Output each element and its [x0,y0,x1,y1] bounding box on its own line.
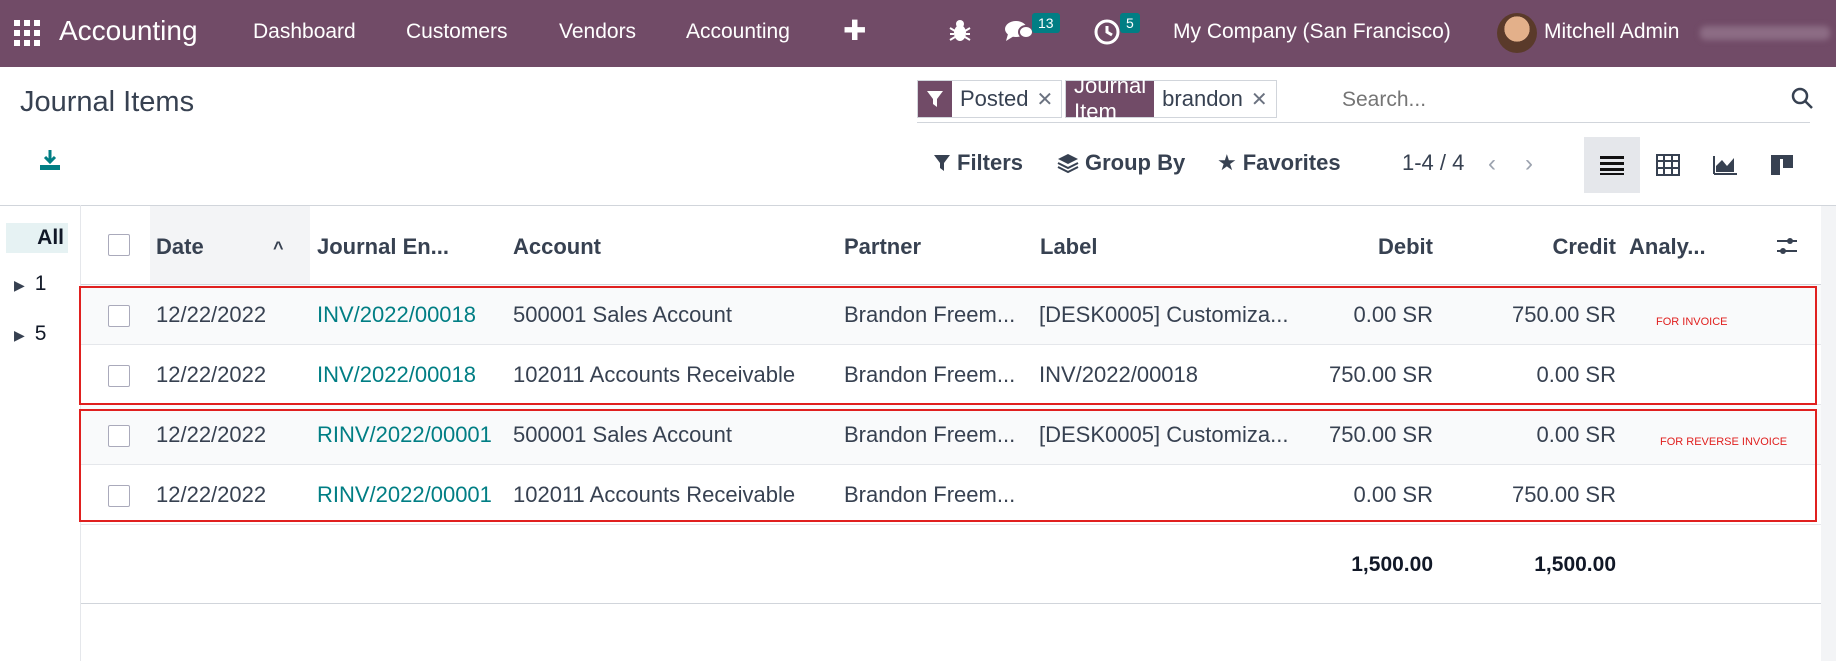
vertical-scrollbar[interactable] [1821,206,1836,661]
user-avatar[interactable] [1497,13,1537,53]
app-name[interactable]: Accounting [59,15,198,47]
filter-icon [934,155,950,171]
messages-count-badge: 13 [1032,13,1060,33]
highlight-box-reverse-invoice [79,409,1817,522]
table-header: Date ^ Journal En... Account Partner Lab… [81,206,1821,285]
group-by-button[interactable]: Group By [1057,150,1185,176]
col-partner[interactable]: Partner [844,234,921,260]
facet-posted[interactable]: Posted ✕ [917,80,1063,118]
total-credit: 1,500.00 [1534,553,1616,576]
remove-facet-icon[interactable]: ✕ [1037,87,1062,112]
totals-row: 1,500.00 1,500.00 [81,535,1821,604]
kanban-view-button[interactable] [1754,137,1810,193]
blurred-db-name [1700,26,1830,40]
caret-right-icon[interactable]: ▶ [14,327,25,343]
page-title[interactable]: Journal Items [20,86,194,119]
search-panel-item[interactable]: ▶ 5 [14,322,46,346]
pager-previous-icon[interactable]: ‹ [1488,150,1496,178]
col-account[interactable]: Account [513,234,601,260]
search-underline [917,122,1810,123]
layers-icon [1057,154,1079,174]
caret-right-icon[interactable]: ▶ [14,277,25,293]
menu-customers[interactable]: Customers [406,20,508,44]
menu-dashboard[interactable]: Dashboard [253,20,356,44]
facet-journal-item[interactable]: Journal Item brandon ✕ [1065,73,1277,124]
facet-value: Posted [960,86,1029,111]
remove-facet-icon[interactable]: ✕ [1251,87,1276,112]
search-panel-item[interactable]: ▶ 1 [14,272,46,296]
col-analytic[interactable]: Analy... [1629,234,1706,260]
annotation-invoice: FOR INVOICE [1656,316,1728,328]
user-menu[interactable]: Mitchell Admin [1544,20,1679,44]
list-view-button[interactable] [1584,137,1640,193]
pivot-view-button[interactable] [1640,137,1696,193]
activities-count-badge: 5 [1120,13,1140,33]
area-chart-icon [1713,156,1737,175]
graph-view-button[interactable] [1697,137,1753,193]
col-label[interactable]: Label [1040,234,1097,260]
download-icon[interactable] [38,148,62,172]
group-by-label: Group By [1085,150,1186,175]
debug-bug-icon[interactable] [948,18,972,49]
pivot-table-icon [1656,154,1680,176]
sort-ascending-icon[interactable]: ^ [273,238,284,259]
col-debit[interactable]: Debit [1321,234,1433,260]
activities-clock-icon[interactable] [1093,18,1121,51]
annotation-reverse-invoice: FOR REVERSE INVOICE [1660,436,1788,448]
total-debit: 1,500.00 [1351,553,1433,576]
app-menu-icon[interactable] [14,20,40,46]
facet-label: Journal Item [1066,73,1155,124]
col-credit[interactable]: Credit [1481,234,1616,260]
col-date[interactable]: Date [156,234,204,260]
list-view-icon [1600,156,1624,175]
favorites-label: Favorites [1242,150,1341,175]
company-switcher[interactable]: My Company (San Francisco) [1173,20,1451,44]
highlight-box-invoice [79,286,1817,405]
filters-label: Filters [957,150,1024,175]
facet-value: brandon [1162,86,1243,111]
top-navbar: Accounting Dashboard Customers Vendors A… [0,0,1836,67]
messages-icon[interactable] [1004,18,1034,49]
pager-value[interactable]: 1-4 / 4 [1402,150,1464,176]
star-icon: ★ [1217,150,1237,175]
favorites-button[interactable]: ★ Favorites [1217,150,1341,176]
column-settings-icon[interactable] [1775,236,1799,262]
menu-vendors[interactable]: Vendors [559,20,636,44]
search-input[interactable] [1340,82,1784,118]
search-panel-all[interactable]: All [6,223,68,253]
select-all-checkbox[interactable] [108,234,130,256]
kanban-icon [1771,155,1793,175]
pager-next-icon[interactable]: › [1525,150,1533,178]
col-journal-entry[interactable]: Journal En... [317,234,449,260]
filters-button[interactable]: Filters [933,150,1023,176]
menu-accounting[interactable]: Accounting [686,20,790,44]
filter-icon [918,81,952,117]
plus-icon[interactable]: ✚ [843,14,866,47]
search-icon[interactable] [1790,86,1814,115]
